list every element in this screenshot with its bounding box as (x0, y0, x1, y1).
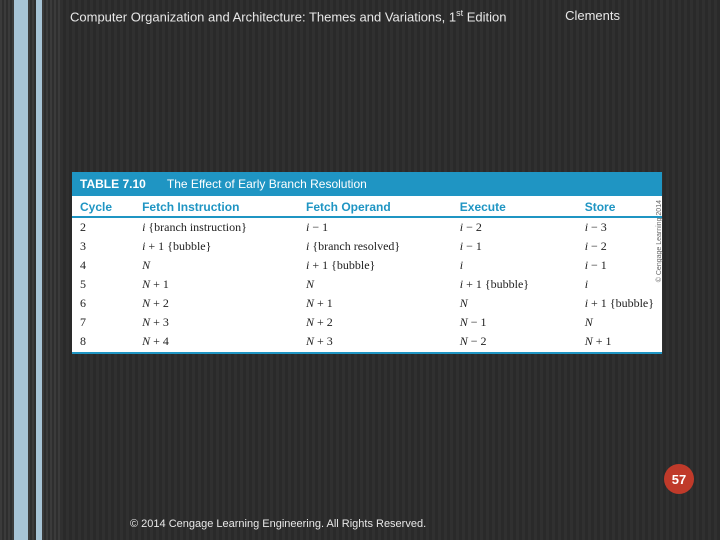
table-row: 6N + 2N + 1Ni + 1 {bubble} (72, 294, 662, 313)
table-cell: 3 (72, 237, 134, 256)
col-store: Store (577, 196, 662, 217)
side-credit: © Cengage Learning 2014 (656, 200, 663, 282)
table-row: 7N + 3N + 2N − 1N (72, 313, 662, 332)
table-label: TABLE 7.10 (80, 177, 146, 191)
table-row: 2i {branch instruction}i − 1i − 2i − 3 (72, 217, 662, 237)
table-cell: i − 1 (452, 237, 577, 256)
table-card: TABLE 7.10 The Effect of Early Branch Re… (72, 172, 662, 354)
stripe (28, 0, 36, 540)
table-cell: N + 3 (134, 313, 298, 332)
stripe-blue (14, 0, 28, 540)
table-cell: i + 1 {bubble} (577, 294, 662, 313)
table-row: 8N + 4N + 3N − 2N + 1 (72, 332, 662, 353)
book-title-suffix: Edition (463, 9, 506, 24)
table-cell: 6 (72, 294, 134, 313)
col-execute: Execute (452, 196, 577, 217)
col-fetch-operand: Fetch Operand (298, 196, 452, 217)
table-cell: i + 1 {bubble} (134, 237, 298, 256)
table-cell: N + 4 (134, 332, 298, 353)
page-number: 57 (672, 472, 686, 487)
author: Clements (565, 8, 620, 23)
table-cell: i − 1 (298, 217, 452, 237)
table-cell: N (134, 256, 298, 275)
table-cell: i (452, 256, 577, 275)
table-cell: 8 (72, 332, 134, 353)
table-caption: The Effect of Early Branch Resolution (167, 177, 367, 191)
col-cycle: Cycle (72, 196, 134, 217)
footer-copyright: © 2014 Cengage Learning Engineering. All… (130, 518, 426, 530)
slide: Computer Organization and Architecture: … (0, 0, 720, 540)
table-row: 5N + 1Ni + 1 {bubble}i (72, 275, 662, 294)
table-row: 4Ni + 1 {bubble}ii − 1 (72, 256, 662, 275)
table-cell: N + 2 (134, 294, 298, 313)
table-cell: i − 2 (577, 237, 662, 256)
col-fetch-instruction: Fetch Instruction (134, 196, 298, 217)
table-cell: 7 (72, 313, 134, 332)
table-cell: i − 3 (577, 217, 662, 237)
table-cell: 5 (72, 275, 134, 294)
table-cell: N + 2 (298, 313, 452, 332)
table-cell: 2 (72, 217, 134, 237)
pipeline-table: Cycle Fetch Instruction Fetch Operand Ex… (72, 196, 662, 354)
stripe (0, 0, 14, 540)
page-number-badge: 57 (664, 464, 694, 494)
table-cell: 4 (72, 256, 134, 275)
table-cell: N − 1 (452, 313, 577, 332)
table-cell: i + 1 {bubble} (298, 256, 452, 275)
table-cell: i − 1 (577, 256, 662, 275)
table-header-row: Cycle Fetch Instruction Fetch Operand Ex… (72, 196, 662, 217)
table-title-bar: TABLE 7.10 The Effect of Early Branch Re… (72, 172, 662, 196)
table-cell: N + 1 (577, 332, 662, 353)
table-cell: N − 2 (452, 332, 577, 353)
stripe (42, 0, 60, 540)
table-cell: N (452, 294, 577, 313)
table-cell: N + 1 (298, 294, 452, 313)
table-cell: N + 3 (298, 332, 452, 353)
table-cell: N (577, 313, 662, 332)
left-decor (0, 0, 60, 540)
table-row: 3i + 1 {bubble}i {branch resolved}i − 1i… (72, 237, 662, 256)
table-cell: N + 1 (134, 275, 298, 294)
header: Computer Organization and Architecture: … (70, 8, 700, 24)
table-cell: i (577, 275, 662, 294)
table-cell: i + 1 {bubble} (452, 275, 577, 294)
table-cell: i {branch resolved} (298, 237, 452, 256)
book-title-prefix: Computer Organization and Architecture: … (70, 9, 456, 24)
table-cell: N (298, 275, 452, 294)
table-cell: i − 2 (452, 217, 577, 237)
table-cell: i {branch instruction} (134, 217, 298, 237)
